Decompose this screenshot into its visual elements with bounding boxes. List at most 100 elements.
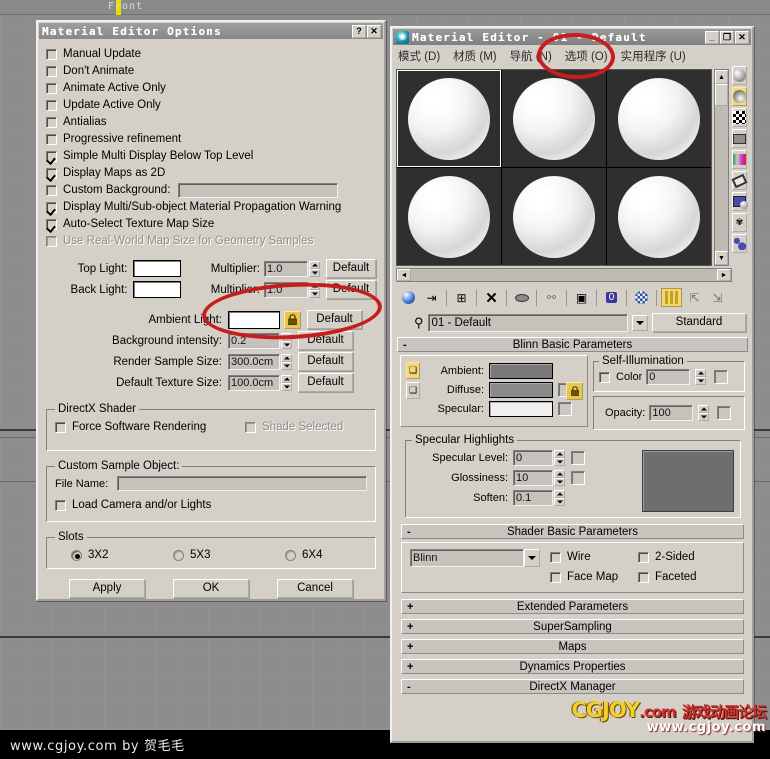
checkbox-simple-multi-display[interactable]: Simple Multi Display Below Top Level <box>46 148 376 164</box>
file-name-input[interactable] <box>117 476 367 491</box>
radio-button[interactable] <box>173 549 184 561</box>
soften-input[interactable]: 0.1 <box>513 490 553 506</box>
scroll-thumb[interactable] <box>715 84 728 106</box>
checkbox-custom-background[interactable]: Custom Background: <box>46 182 376 198</box>
close-button[interactable]: ✕ <box>735 30 749 44</box>
put-material-to-scene-icon[interactable]: ⇥ <box>421 288 442 307</box>
specular-level-input[interactable]: 0 <box>513 450 553 466</box>
background-intensity-default-button[interactable]: Default <box>298 331 353 350</box>
checkbox-box[interactable] <box>46 116 57 128</box>
rollout-toggle[interactable]: - <box>403 339 407 351</box>
lock-icon[interactable] <box>284 310 301 329</box>
rollout-dynamics-properties[interactable]: + Dynamics Properties <box>401 659 744 674</box>
custom-background-field[interactable] <box>178 182 339 198</box>
checkbox-force-software-rendering[interactable]: Force Software Rendering <box>55 419 245 435</box>
top-light-default-button[interactable]: Default <box>326 259 376 278</box>
background-intensity-input[interactable]: 0.2 <box>228 332 280 349</box>
opacity-spinner[interactable] <box>698 405 710 421</box>
make-unique-icon[interactable]: ⚯ <box>541 288 562 307</box>
reset-map-icon[interactable]: ✕ <box>481 288 502 307</box>
slots-horizontal-scrollbar[interactable]: ◄ ► <box>396 268 732 282</box>
background-checker-icon[interactable] <box>732 108 747 127</box>
checkbox-display-maps-as-2d[interactable]: Display Maps as 2D <box>46 165 376 181</box>
default-texture-size-default-button[interactable]: Default <box>298 373 353 392</box>
checkbox-box[interactable] <box>46 218 57 230</box>
self-illumination-spinner[interactable] <box>695 369 707 385</box>
diffuse-color-swatch[interactable] <box>489 381 553 398</box>
rollout-toggle[interactable]: + <box>407 601 413 613</box>
maximize-button[interactable]: ❐ <box>720 30 734 44</box>
close-button[interactable]: ✕ <box>367 24 381 38</box>
get-material-icon[interactable] <box>398 288 419 307</box>
checkbox-box[interactable] <box>46 133 57 145</box>
back-light-color-swatch[interactable] <box>133 281 182 298</box>
glossiness-map-button[interactable] <box>571 471 585 485</box>
background-intensity-spinner[interactable] <box>281 332 292 349</box>
sample-uv-tiling-icon[interactable] <box>732 129 747 148</box>
back-light-multiplier-input[interactable]: 1.0 <box>264 281 309 298</box>
show-end-result-icon[interactable] <box>661 288 682 307</box>
soften-spinner[interactable] <box>554 490 565 506</box>
render-sample-size-spinner[interactable] <box>281 353 292 370</box>
top-light-multiplier-spinner[interactable] <box>309 260 321 277</box>
checkbox-box[interactable] <box>46 65 57 77</box>
rollout-toggle[interactable]: + <box>407 641 413 653</box>
checkbox-box[interactable] <box>55 421 66 433</box>
options-dialog-titlebar[interactable]: Material Editor Options ? ✕ <box>39 23 383 39</box>
eyedropper-icon[interactable]: ⚲ <box>414 315 424 331</box>
specular-level-map-button[interactable] <box>571 451 585 465</box>
lock-ambient-diffuse-icon[interactable]: ❏ <box>406 362 420 379</box>
default-texture-size-input[interactable]: 100.0cm <box>228 374 280 391</box>
checkbox-face-map[interactable]: Face Map <box>550 569 638 585</box>
default-texture-size-spinner[interactable] <box>281 374 292 391</box>
rollout-shader-basic-parameters[interactable]: - Shader Basic Parameters <box>401 524 744 539</box>
video-color-check-icon[interactable] <box>732 150 747 169</box>
glossiness-input[interactable]: 10 <box>513 470 553 486</box>
rollout-directx-manager[interactable]: - DirectX Manager <box>401 679 744 694</box>
show-map-in-viewport-icon[interactable] <box>631 288 652 307</box>
render-sample-size-default-button[interactable]: Default <box>298 352 353 371</box>
checkbox-display-propagation-warning[interactable]: Display Multi/Sub-object Material Propag… <box>46 199 376 215</box>
select-by-material-icon[interactable]: ✾ <box>732 213 747 232</box>
top-light-multiplier-input[interactable]: 1.0 <box>264 260 309 277</box>
slots-vertical-scrollbar[interactable]: ▲ ▼ <box>714 69 729 266</box>
opacity-map-button[interactable] <box>717 406 732 420</box>
checkbox-update-active-only[interactable]: Update Active Only <box>46 97 376 113</box>
checkbox-dont-animate[interactable]: Don't Animate <box>46 63 376 79</box>
rollout-toggle[interactable]: + <box>407 621 413 633</box>
checkbox-2-sided[interactable]: 2-Sided <box>638 549 726 565</box>
opacity-input[interactable]: 100 <box>649 405 694 421</box>
checkbox-faceted[interactable]: Faceted <box>638 569 726 585</box>
checkbox-box[interactable] <box>638 571 649 583</box>
sample-slot-1[interactable] <box>397 70 501 167</box>
cancel-button[interactable]: Cancel <box>277 579 353 598</box>
radio-slots-6x4[interactable]: 6X4 <box>285 547 322 563</box>
self-illumination-value-input[interactable]: 0 <box>646 369 691 385</box>
specular-color-swatch[interactable] <box>489 400 553 417</box>
self-illumination-color-checkbox[interactable] <box>599 371 610 383</box>
sample-slot-2[interactable] <box>502 70 606 167</box>
checkbox-box[interactable] <box>46 150 57 162</box>
backlight-icon[interactable] <box>732 87 747 106</box>
checkbox-load-camera-and-lights[interactable]: Load Camera and/or Lights <box>55 497 367 513</box>
help-button[interactable]: ? <box>352 24 366 38</box>
radio-slots-5x3[interactable]: 5X3 <box>173 547 285 563</box>
minimize-button[interactable]: _ <box>705 30 719 44</box>
sample-type-sphere-icon[interactable] <box>732 66 747 85</box>
radio-slots-3x2[interactable]: 3X2 <box>55 547 173 563</box>
ambient-light-default-button[interactable]: Default <box>307 310 362 329</box>
checkbox-box[interactable] <box>46 48 57 60</box>
make-preview-icon[interactable] <box>731 171 748 190</box>
lock-diffuse-specular-icon[interactable]: ❏ <box>406 382 420 399</box>
rollout-extended-parameters[interactable]: + Extended Parameters <box>401 599 744 614</box>
glossiness-spinner[interactable] <box>554 470 565 486</box>
go-forward-to-sibling-icon[interactable]: ⇲ <box>707 288 728 307</box>
put-to-library-icon[interactable]: ▣ <box>571 288 592 307</box>
checkbox-box[interactable] <box>46 82 57 94</box>
scroll-track[interactable] <box>411 269 717 281</box>
render-sample-size-input[interactable]: 300.0cm <box>228 353 280 370</box>
material-name-input[interactable]: 01 - Default <box>427 313 628 332</box>
scroll-track[interactable] <box>715 84 728 251</box>
checkbox-antialias[interactable]: Antialias <box>46 114 376 130</box>
checkbox-box[interactable] <box>55 499 66 511</box>
